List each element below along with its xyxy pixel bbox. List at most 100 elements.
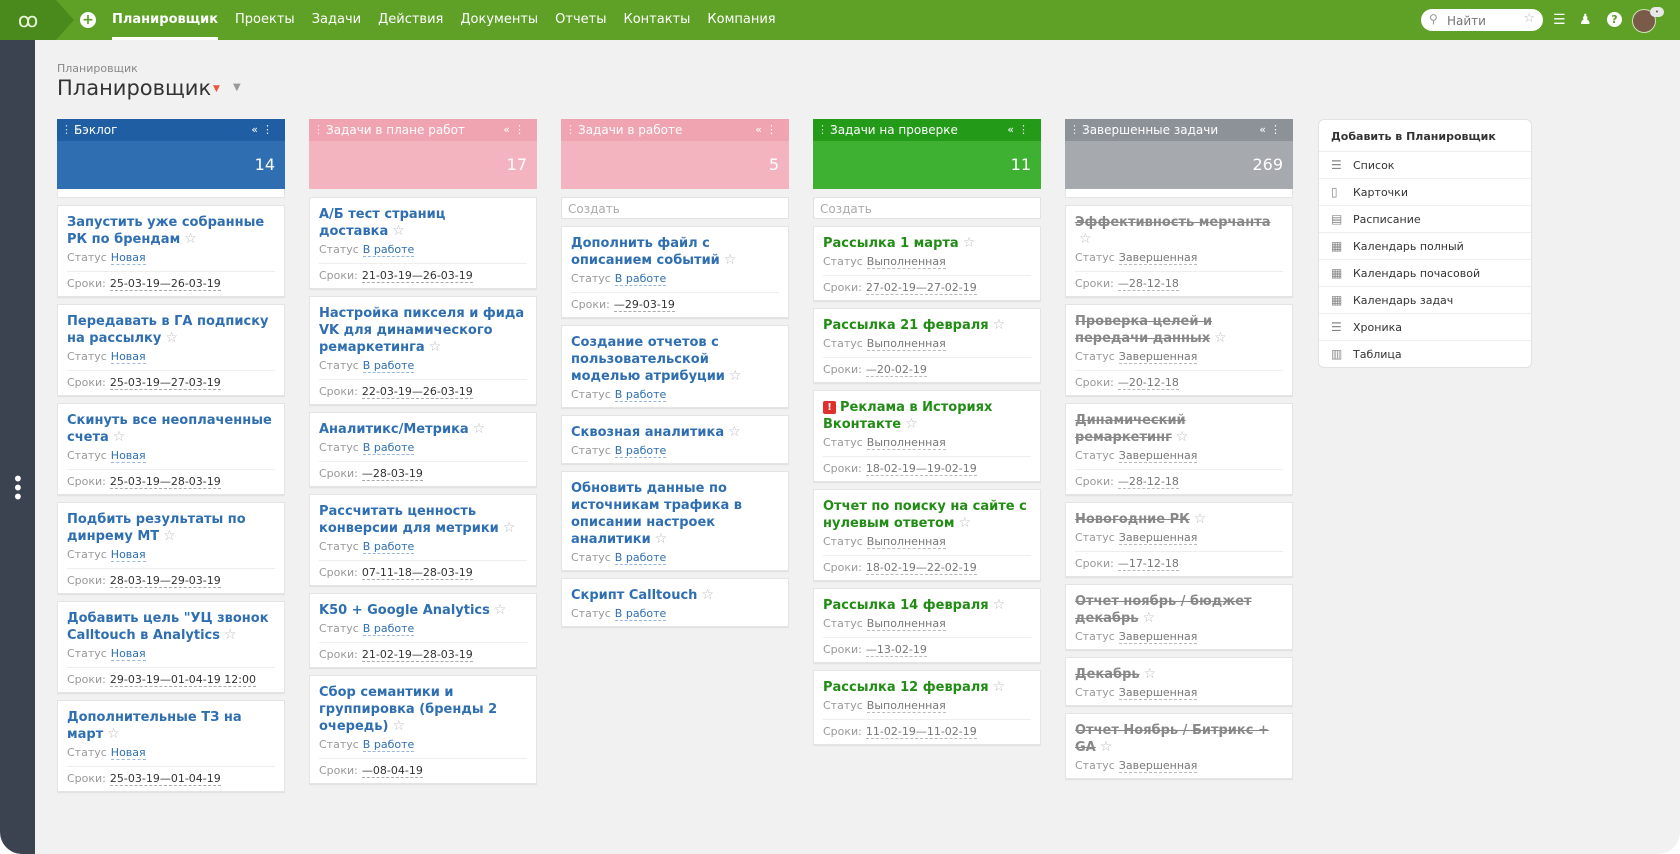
task-card[interactable]: Рассчитать ценность конверсии для метрик… (309, 494, 537, 586)
status-value[interactable]: Выполненная (866, 337, 946, 351)
nav-planner[interactable]: Планировщик (112, 0, 219, 40)
star-icon[interactable]: ☆ (163, 528, 176, 544)
task-card[interactable]: Обновить данные по источникам трафика в … (561, 471, 789, 571)
dates-value[interactable]: 25-03-19—28-03-19 (109, 475, 221, 489)
star-icon[interactable]: ☆ (701, 587, 714, 603)
dates-value[interactable]: 29-03-19—01-04-19 12:00 (109, 673, 256, 687)
breadcrumb[interactable]: Планировщик (57, 62, 138, 75)
dates-value[interactable]: —13-02-19 (865, 643, 927, 657)
add-icon[interactable]: + (80, 12, 96, 28)
star-icon[interactable]: ☆ (1214, 330, 1227, 347)
star-icon[interactable]: ☆ (107, 726, 120, 742)
status-value[interactable]: В работе (614, 388, 667, 402)
task-card[interactable]: Настройка пикселя и фида VK для динамиче… (309, 296, 537, 405)
task-title[interactable]: K50 + Google Analytics (319, 603, 490, 618)
task-card[interactable]: Рассылка 1 марта ☆ Статус Выполненная Срок… (813, 226, 1041, 301)
status-value[interactable]: В работе (614, 272, 667, 286)
search-box[interactable]: ⚲ ☆ (1421, 9, 1543, 31)
task-title[interactable]: Рассылка 14 февраля (823, 598, 989, 613)
task-title[interactable]: Проверка целей и передачи данных (1075, 314, 1212, 346)
task-card[interactable]: Рассылка 14 февраля ☆ Статус Выполненная С… (813, 588, 1041, 663)
star-icon[interactable]: ☆ (729, 368, 742, 384)
task-card[interactable]: А/Б тест страниц доставка ☆ Статус В работ… (309, 197, 537, 289)
status-value[interactable]: В работе (362, 622, 415, 636)
dates-value[interactable]: 25-03-19—27-03-19 (109, 376, 221, 390)
status-value[interactable]: Завершенная (1118, 531, 1198, 545)
star-icon[interactable]: ☆ (993, 317, 1006, 333)
status-value[interactable]: В работе (362, 540, 415, 554)
status-value[interactable]: Выполненная (866, 535, 946, 549)
star-icon[interactable]: ☆ (1194, 511, 1207, 528)
dates-value[interactable]: 21-02-19—28-03-19 (361, 648, 473, 662)
task-card[interactable]: Рассылка 12 февраля ☆ Статус Выполненная С… (813, 670, 1041, 745)
status-value[interactable]: Завершенная (1118, 449, 1198, 463)
dates-value[interactable]: 25-03-19—26-03-19 (109, 277, 221, 291)
column-controls-icon[interactable]: «⋮ (503, 119, 529, 141)
dates-value[interactable]: 27-02-19—27-02-19 (865, 281, 977, 295)
status-value[interactable]: Выполненная (866, 436, 946, 450)
task-title[interactable]: Динамический ремаркетинг (1075, 413, 1186, 445)
favorite-star-icon[interactable]: ☆ (1523, 11, 1535, 26)
star-icon[interactable]: ☆ (473, 421, 486, 437)
star-icon[interactable]: ☆ (724, 252, 737, 268)
create-task-input[interactable]: Создать (561, 197, 789, 219)
app-logo-icon[interactable]: ꝏ (0, 0, 56, 40)
status-value[interactable]: Завершенная (1118, 251, 1198, 265)
title-dropdown-icon[interactable]: ▼ (213, 84, 220, 94)
dates-value[interactable]: —28-12-18 (1117, 475, 1179, 489)
task-card[interactable]: Проверка целей и передачи данных ☆ Статус… (1065, 304, 1293, 396)
notifications-icon[interactable]: ♟ (1579, 11, 1592, 29)
status-value[interactable]: В работе (362, 243, 415, 257)
task-card[interactable]: Новогодние РК ☆ Статус Завершенная Сроки: —… (1065, 502, 1293, 577)
star-icon[interactable]: ☆ (905, 416, 918, 432)
star-icon[interactable]: ☆ (993, 679, 1006, 695)
task-card[interactable]: Подбить результаты по динрему МТ ☆ Статус… (57, 502, 285, 594)
status-value[interactable]: Новая (110, 350, 146, 364)
add-table-item[interactable]: ▥ Таблица (1319, 341, 1531, 367)
status-value[interactable]: Выполненная (866, 255, 946, 269)
task-card[interactable]: Дополнительные ТЗ на март ☆ Статус Новая С… (57, 700, 285, 792)
task-card[interactable]: Рассылка 21 февраля ☆ Статус Выполненная С… (813, 308, 1041, 383)
task-card[interactable]: Отчет по поиску на сайте с нулевым ответ… (813, 489, 1041, 581)
task-card[interactable]: Скрипт Calltouch ☆ Статус В работе (561, 578, 789, 627)
nav-tasks[interactable]: Задачи (312, 0, 361, 40)
task-card[interactable]: ! Реклама в Историях Вконтакте ☆ Статус Вып… (813, 390, 1041, 482)
dates-value[interactable]: —17-12-18 (1117, 557, 1179, 571)
add-calendar-hourly-item[interactable]: ▦ Календарь почасовой (1319, 260, 1531, 287)
task-title[interactable]: Дополнительные ТЗ на март (67, 710, 242, 742)
task-card[interactable]: Отчет Ноябрь / Битрикс + GA ☆ Статус Завер… (1065, 713, 1293, 779)
star-icon[interactable]: ☆ (1143, 610, 1156, 627)
star-icon[interactable]: ☆ (184, 231, 197, 247)
task-title[interactable]: Отчет по поиску на сайте с нулевым ответ… (823, 499, 1027, 531)
star-icon[interactable]: ☆ (494, 602, 507, 618)
nav-actions[interactable]: Действия (378, 0, 443, 40)
column-controls-icon[interactable]: «⋮ (755, 119, 781, 141)
task-title[interactable]: Рассылка 21 февраля (823, 318, 989, 333)
dates-value[interactable]: 18-02-19—19-02-19 (865, 462, 977, 476)
column-header[interactable]: ⋮⋮ Задачи в плане работ «⋮ (309, 119, 537, 141)
nav-contacts[interactable]: Контакты (623, 0, 690, 40)
dates-value[interactable]: 07-11-18—28-03-19 (361, 566, 473, 580)
dates-value[interactable]: —28-12-18 (1117, 277, 1179, 291)
status-value[interactable]: Новая (110, 251, 146, 265)
star-icon[interactable]: ☆ (963, 235, 976, 251)
star-icon[interactable]: ☆ (392, 223, 405, 239)
task-title[interactable]: Дополнить файл с описанием событий (571, 236, 720, 268)
dates-value[interactable]: 22-03-19—26-03-19 (361, 385, 473, 399)
task-title[interactable]: Аналитикс/Метрика (319, 422, 469, 437)
more-vertical-icon[interactable]: • • • (12, 469, 24, 507)
star-icon[interactable]: ☆ (113, 429, 126, 445)
column-controls-icon[interactable]: «⋮ (1007, 119, 1033, 141)
star-icon[interactable]: ☆ (655, 531, 668, 547)
column-header[interactable]: ⋮⋮ Бэклог «⋮ (57, 119, 285, 141)
star-icon[interactable]: ☆ (1079, 231, 1092, 248)
column-header[interactable]: ⋮⋮ Завершенные задачи «⋮ (1065, 119, 1293, 141)
column-controls-icon[interactable]: «⋮ (1259, 119, 1285, 141)
status-value[interactable]: Завершенная (1118, 686, 1198, 700)
task-title[interactable]: Новогодние РК (1075, 512, 1190, 527)
task-card[interactable]: Создание отчетов с пользовательской моде… (561, 325, 789, 408)
task-title[interactable]: Рассылка 12 февраля (823, 680, 989, 695)
task-title[interactable]: Эффективность мерчанта (1075, 215, 1270, 230)
status-value[interactable]: В работе (614, 551, 667, 565)
status-value[interactable]: Новая (110, 746, 146, 760)
